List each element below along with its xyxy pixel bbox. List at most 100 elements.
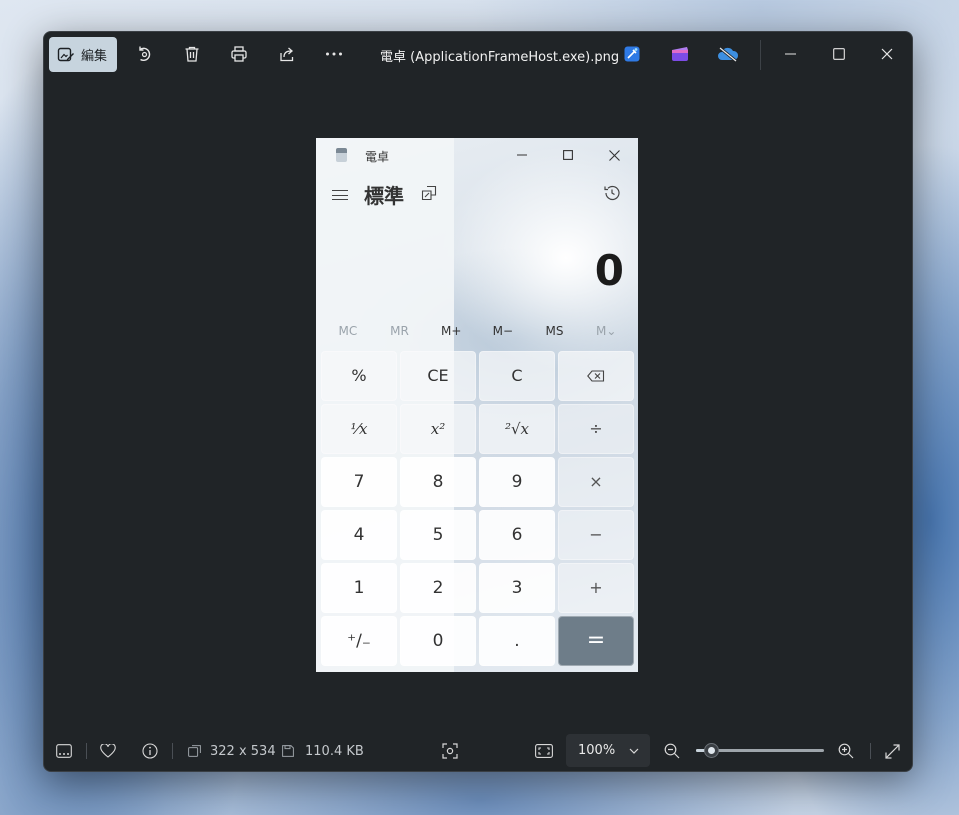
memory-row: MC MR M+ M− MS M⌄ bbox=[322, 324, 632, 344]
minus-key: − bbox=[558, 510, 634, 560]
memory-store-key: MS bbox=[545, 324, 564, 338]
designer-app-icon bbox=[624, 46, 640, 62]
zoom-in-icon bbox=[838, 743, 854, 759]
digit-0-key: 0 bbox=[400, 616, 476, 666]
toolbar-separator bbox=[760, 40, 761, 70]
printer-icon bbox=[231, 46, 247, 62]
zoom-dropdown[interactable]: 100% bbox=[566, 734, 650, 767]
status-separator bbox=[86, 743, 87, 759]
zoom-slider[interactable] bbox=[696, 743, 824, 758]
toolbar: 編集 電卓 (ApplicationFrameHost.exe).png bbox=[44, 32, 912, 78]
digit-3-key: 3 bbox=[479, 563, 555, 613]
hamburger-menu-icon bbox=[332, 187, 348, 204]
status-separator bbox=[172, 743, 173, 759]
chevron-down-icon bbox=[629, 748, 639, 754]
calculator-close-icon bbox=[602, 144, 626, 166]
visual-search-icon bbox=[442, 743, 458, 759]
multiply-key: × bbox=[558, 457, 634, 507]
heart-icon bbox=[100, 744, 116, 758]
memory-clear-key: MC bbox=[338, 324, 358, 338]
calculator-window-title: 電卓 bbox=[365, 150, 390, 164]
digit-6-key: 6 bbox=[479, 510, 555, 560]
negate-key: ⁺∕₋ bbox=[321, 616, 397, 666]
keep-on-top-icon bbox=[421, 185, 437, 201]
ellipsis-icon bbox=[326, 52, 342, 56]
memory-list-key: M⌄ bbox=[595, 324, 617, 338]
digit-4-key: 4 bbox=[321, 510, 397, 560]
fit-to-window-button[interactable] bbox=[530, 737, 558, 765]
fullscreen-button[interactable] bbox=[878, 737, 906, 765]
maximize-button[interactable] bbox=[816, 37, 862, 71]
file-info-button[interactable] bbox=[136, 737, 164, 765]
expand-icon bbox=[884, 743, 900, 759]
zoom-out-icon bbox=[664, 743, 680, 759]
square-key: x² bbox=[400, 404, 476, 454]
status-bar: 322 x 534 110.4 KB 100% bbox=[44, 731, 912, 771]
zoom-value: 100% bbox=[578, 743, 616, 758]
edit-button[interactable]: 編集 bbox=[49, 37, 117, 72]
minimize-icon bbox=[785, 53, 796, 55]
calculator-titlebar: 電卓 bbox=[316, 138, 638, 172]
file-name: 電卓 (ApplicationFrameHost.exe).png bbox=[380, 50, 620, 65]
plus-key: + bbox=[558, 563, 634, 613]
share-button[interactable] bbox=[265, 37, 309, 71]
digit-7-key: 7 bbox=[321, 457, 397, 507]
square-root-key: ²√x bbox=[479, 404, 555, 454]
memory-add-key: M+ bbox=[440, 324, 462, 338]
displayed-image[interactable]: 電卓 標準 0 MC MR M+ M− MS M⌄ % CE C ⅟x x² ²… bbox=[316, 138, 638, 672]
clipchamp-button[interactable] bbox=[658, 37, 702, 71]
zoom-slider-thumb[interactable] bbox=[704, 743, 719, 758]
calculator-mode-title: 標準 bbox=[364, 184, 404, 208]
share-icon bbox=[280, 47, 294, 62]
filmstrip-button[interactable] bbox=[50, 737, 78, 765]
calculator-app-icon bbox=[336, 148, 347, 162]
trash-icon bbox=[185, 46, 199, 62]
fit-window-icon bbox=[535, 744, 553, 758]
calculator-minimize-icon bbox=[510, 144, 534, 166]
resolution-icon bbox=[186, 737, 202, 765]
print-button[interactable] bbox=[217, 37, 261, 71]
favorite-button[interactable] bbox=[94, 737, 122, 765]
square-key-label: x² bbox=[430, 419, 446, 438]
designer-button[interactable] bbox=[610, 37, 654, 71]
backspace-icon bbox=[587, 370, 605, 382]
percent-key: % bbox=[321, 351, 397, 401]
status-separator bbox=[870, 743, 871, 759]
calculator-display: 0 bbox=[594, 246, 624, 295]
photos-window: 編集 電卓 (ApplicationFrameHost.exe).png 電卓 … bbox=[43, 31, 913, 772]
calculator-maximize-icon bbox=[556, 144, 580, 166]
onedrive-button[interactable] bbox=[706, 37, 750, 71]
reciprocal-key-label: ⅟x bbox=[350, 419, 368, 438]
decimal-key: . bbox=[479, 616, 555, 666]
backspace-key bbox=[558, 351, 634, 401]
square-root-key-label: ²√x bbox=[504, 419, 530, 438]
delete-button[interactable] bbox=[170, 37, 214, 71]
clear-key: C bbox=[479, 351, 555, 401]
equals-key: = bbox=[558, 616, 634, 666]
more-options-button[interactable] bbox=[312, 37, 356, 71]
calculator-keypad: % CE C ⅟x x² ²√x ÷ 7 8 9 × 4 5 6 − 1 2 3 bbox=[321, 351, 634, 667]
memory-subtract-key: M− bbox=[492, 324, 514, 338]
zoom-out-button[interactable] bbox=[658, 737, 686, 765]
save-disk-icon bbox=[280, 737, 296, 765]
clear-entry-key: CE bbox=[400, 351, 476, 401]
clipchamp-app-icon bbox=[672, 47, 688, 61]
close-icon bbox=[881, 48, 893, 60]
rotate-button[interactable] bbox=[122, 37, 166, 71]
onedrive-offline-icon bbox=[718, 46, 739, 62]
edit-image-icon bbox=[57, 47, 74, 61]
digit-5-key: 5 bbox=[400, 510, 476, 560]
digit-8-key: 8 bbox=[400, 457, 476, 507]
image-dimensions: 322 x 534 bbox=[210, 743, 276, 759]
maximize-icon bbox=[833, 48, 845, 60]
digit-2-key: 2 bbox=[400, 563, 476, 613]
digit-1-key: 1 bbox=[321, 563, 397, 613]
digit-9-key: 9 bbox=[479, 457, 555, 507]
reciprocal-key: ⅟x bbox=[321, 404, 397, 454]
rotate-icon bbox=[139, 46, 151, 61]
visual-search-button[interactable] bbox=[436, 737, 464, 765]
divide-key: ÷ bbox=[558, 404, 634, 454]
close-button[interactable] bbox=[864, 37, 910, 71]
minimize-button[interactable] bbox=[768, 37, 814, 71]
zoom-in-button[interactable] bbox=[832, 737, 860, 765]
